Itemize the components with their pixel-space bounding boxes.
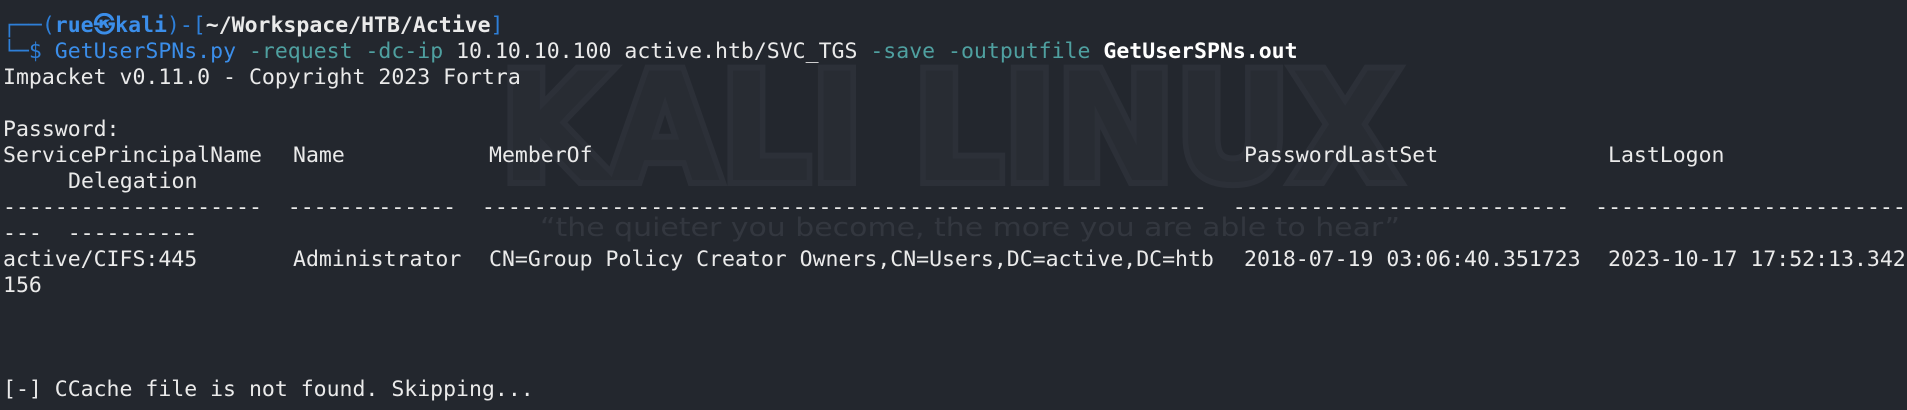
option-dc-ip: -dc-ip <box>365 39 444 64</box>
command-name: GetUserSPNs.py <box>54 39 237 64</box>
table-header-row: ServicePrincipalName Name MemberOf Password… <box>3 143 1907 169</box>
arg-outfile: GetUserSPNs.out <box>1103 39 1298 64</box>
terminal-output: ┌──(rue㉿kali)-[~/Workspace/HTB/Active] └… <box>3 13 1907 403</box>
prompt-path: ~/Workspace/HTB/Active <box>205 13 491 38</box>
header-memberof: MemberOf <box>489 143 593 168</box>
table-header-row-wrap: Delegation <box>3 169 1907 195</box>
cell-name: Administrator <box>293 247 462 272</box>
arg-ip: 10.10.10.100 <box>456 39 612 64</box>
option-request: -request <box>248 39 353 64</box>
kali-skull-icon: ㉿ <box>93 13 116 38</box>
option-save: -save <box>870 39 936 64</box>
cell-passwordlastset: 2018-07-19 03:06:40.351723 <box>1244 247 1581 272</box>
prompt-frame-close: ] <box>490 13 504 38</box>
header-name: Name <box>293 143 345 168</box>
cell-lastlogon: 2023-10-17 17:52:13.342 <box>1608 247 1906 272</box>
prompt-frame-mid: )-[ <box>166 13 206 38</box>
error-message: [-] CCache file is not found. Skipping..… <box>3 377 534 402</box>
header-spn: ServicePrincipalName <box>3 143 262 168</box>
header-lastlogon: LastLogon <box>1608 143 1725 168</box>
password-prompt: Password: <box>3 117 120 142</box>
command-line[interactable]: └─$ GetUserSPNs.py -request -dc-ip 10.10… <box>3 39 1907 65</box>
header-passwordlastset: PasswordLastSet <box>1244 143 1439 168</box>
terminal-window[interactable]: KALI LINUX KALI LINUX “the quieter you b… <box>0 0 1907 410</box>
prompt-user: rue <box>54 13 94 38</box>
prompt-frame-bottom: └─$ <box>3 39 42 64</box>
table-row-wrap: 156 <box>3 273 42 298</box>
cell-spn: active/CIFS:445 <box>3 247 198 272</box>
option-outputfile: -outputfile <box>948 39 1091 64</box>
prompt-line: ┌──(rue㉿kali)-[~/Workspace/HTB/Active] <box>3 13 1907 39</box>
arg-target: active.htb/SVC_TGS <box>624 39 858 64</box>
cell-memberof: CN=Group Policy Creator Owners,CN=Users,… <box>489 247 1214 272</box>
header-delegation: Delegation <box>68 169 198 194</box>
table-separator: -------------------- ------------- -----… <box>3 195 1907 220</box>
table-row: active/CIFS:445 Administrator CN=Group Pol… <box>3 247 1907 273</box>
prompt-host: kali <box>115 13 167 38</box>
prompt-frame-top: ┌──( <box>3 13 55 38</box>
table-separator-wrap: --- ---------- <box>3 221 198 246</box>
banner-line: Impacket v0.11.0 - Copyright 2023 Fortra <box>3 65 521 90</box>
